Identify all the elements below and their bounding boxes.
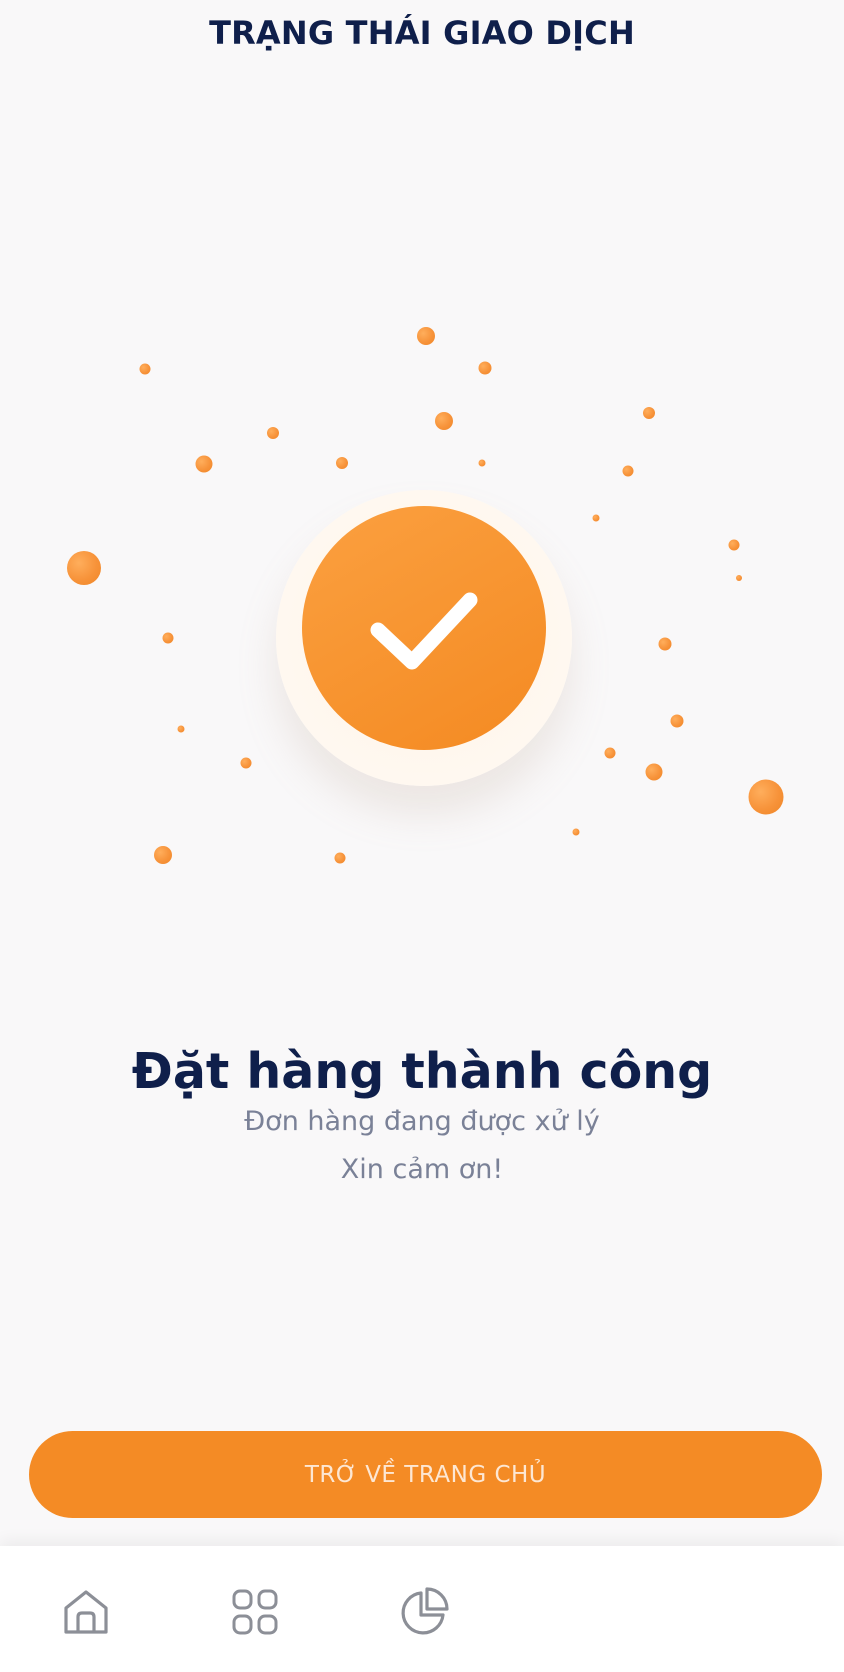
confetti-dot [645, 763, 663, 781]
confetti-dot [670, 714, 684, 728]
bottom-nav [0, 1546, 844, 1672]
confetti-dot [622, 465, 634, 477]
confetti-dot [267, 427, 279, 439]
success-title: Đặt hàng thành công [131, 1043, 713, 1100]
confetti-dot [728, 539, 740, 551]
confetti-dot [195, 455, 213, 473]
confetti-dot [154, 846, 172, 864]
nav-item-reports[interactable] [396, 1584, 452, 1640]
page-title: TRẠNG THÁI GIAO DỊCH [209, 14, 635, 52]
confetti-dot [417, 327, 435, 345]
confetti-dot [658, 637, 672, 651]
confetti-dot [435, 412, 453, 430]
pie-chart-icon [401, 1587, 449, 1635]
confetti-dot [336, 457, 348, 469]
success-illustration [0, 300, 844, 900]
confetti-dot [478, 459, 486, 467]
thank-you-text: Xin cảm ơn! [340, 1154, 504, 1185]
confetti-dot [240, 757, 252, 769]
home-icon [64, 1590, 108, 1634]
confetti-dot [748, 779, 784, 815]
confetti-dot [643, 407, 655, 419]
confetti-dot [67, 551, 101, 585]
confetti-dot [177, 725, 185, 733]
back-to-home-button[interactable]: TRỞ VỀ TRANG CHỦ [29, 1431, 822, 1518]
confetti-dot [139, 363, 151, 375]
confetti-dot [334, 852, 346, 864]
nav-item-apps[interactable] [227, 1584, 283, 1640]
confetti-dot [736, 575, 742, 581]
confetti-dot [478, 361, 492, 375]
nav-item-home[interactable] [58, 1584, 114, 1640]
check-icon [370, 592, 478, 670]
confetti-dot [604, 747, 616, 759]
confetti-dot [162, 632, 174, 644]
confetti-dot [572, 828, 580, 836]
apps-grid-icon [232, 1589, 278, 1635]
success-subtitle: Đơn hàng đang được xử lý [244, 1106, 600, 1137]
confetti-dot [592, 514, 600, 522]
